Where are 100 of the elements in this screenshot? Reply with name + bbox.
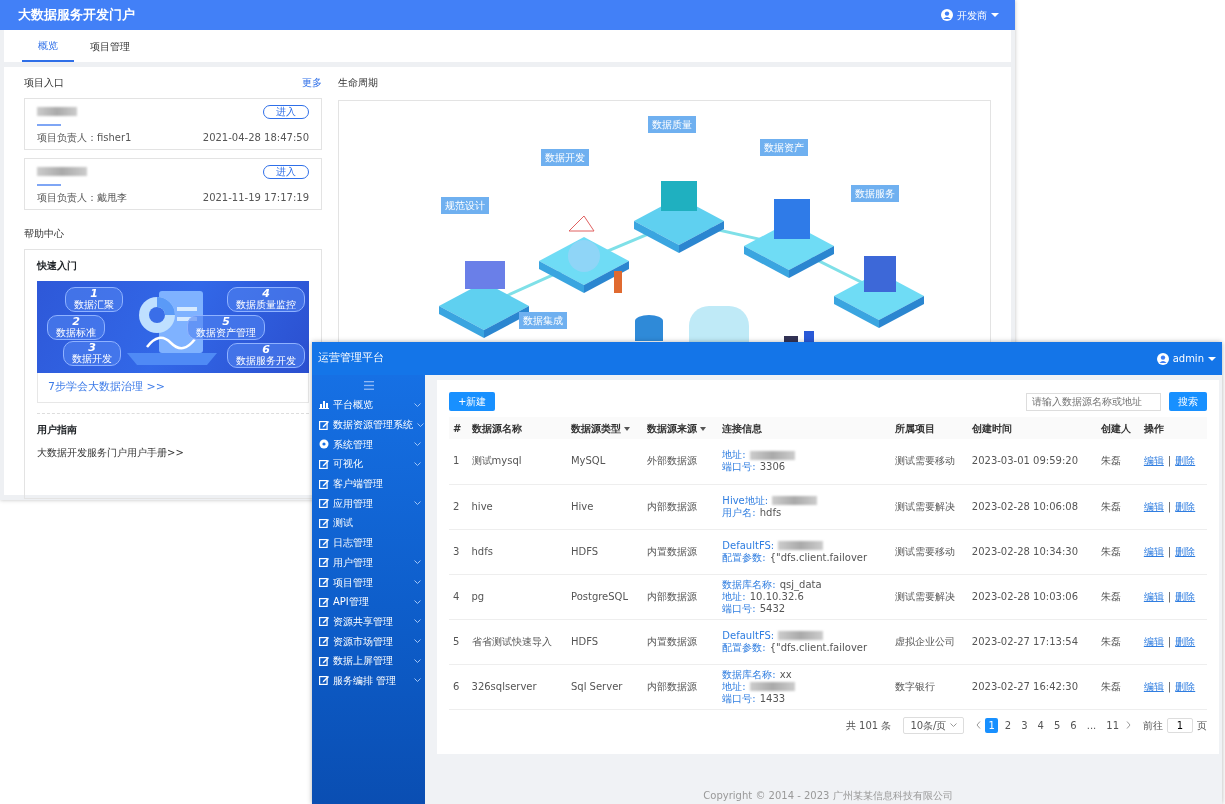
menu-item[interactable]: 资源市场管理 xyxy=(312,631,425,651)
section-title: 项目入口 xyxy=(24,76,64,90)
page-button[interactable]: ... xyxy=(1083,717,1100,733)
card-title: 用户指南 xyxy=(37,422,78,437)
edit-link[interactable]: 编辑 xyxy=(1143,680,1164,693)
delete-link[interactable]: 删除 xyxy=(1175,680,1196,693)
user-name[interactable]: admin xyxy=(1172,351,1204,366)
menu-item[interactable]: 测试 xyxy=(312,513,425,533)
edit-icon xyxy=(319,537,329,548)
edit-icon xyxy=(319,616,329,627)
delete-link[interactable]: 删除 xyxy=(1175,590,1196,603)
menu-item[interactable]: 用户管理 xyxy=(312,552,425,573)
menu-item[interactable]: 项目管理 xyxy=(312,572,425,592)
page-input[interactable]: 1 xyxy=(1167,717,1193,733)
edit-link[interactable]: 编辑 xyxy=(1143,545,1164,558)
menu-item[interactable]: 数据上屏管理 xyxy=(312,650,425,671)
page-button[interactable]: 2 xyxy=(1001,717,1015,733)
connection-label: 配置参数: xyxy=(722,641,766,654)
step-label[interactable]: 2 数据标准 xyxy=(47,315,105,340)
delete-link[interactable]: 删除 xyxy=(1175,635,1196,648)
page-button[interactable]: 3 xyxy=(1018,717,1031,733)
step-label[interactable]: 1 数据汇聚 xyxy=(65,287,123,312)
delete-link[interactable]: 删除 xyxy=(1175,545,1196,558)
edit-link[interactable]: 编辑 xyxy=(1143,635,1164,648)
table-cell: 数字银行 xyxy=(890,664,968,709)
table-cell: 1 xyxy=(449,439,468,484)
table-cell: 6 xyxy=(449,664,468,709)
page-button[interactable]: 6 xyxy=(1067,717,1080,733)
column-header: 所属项目 xyxy=(890,417,968,439)
stage-label: 数据资产 xyxy=(760,139,808,156)
tab[interactable]: 概览 xyxy=(22,30,74,62)
delete-link[interactable]: 删除 xyxy=(1175,500,1196,513)
edit-link[interactable]: 编辑 xyxy=(1143,500,1164,513)
table-cell: 2023-02-28 10:06:08 xyxy=(967,484,1097,529)
page-size-select[interactable]: 10条/页 xyxy=(903,716,965,734)
page-button[interactable]: 4 xyxy=(1034,717,1047,733)
menu-item[interactable]: 服务编排 管理 xyxy=(312,670,425,691)
stage-label: 数据集成 xyxy=(519,312,567,329)
connection-value: xx xyxy=(779,668,792,681)
edit-link[interactable]: 编辑 xyxy=(1143,455,1164,468)
menu-item[interactable]: 日志管理 xyxy=(312,532,425,553)
steps-link[interactable]: 7步学会大数据治理 >> xyxy=(48,380,165,393)
table-cell: 2023-02-28 10:03:06 xyxy=(967,574,1097,619)
table-cell: 内部数据源 xyxy=(642,664,719,709)
table-cell: 2023-02-28 10:34:30 xyxy=(967,529,1097,574)
menu-item[interactable]: 系统管理 xyxy=(312,434,425,455)
step-label[interactable]: 5 数据资产管理 xyxy=(187,315,265,340)
separator-mark: | xyxy=(1167,635,1172,648)
tab[interactable]: 项目管理 xyxy=(74,30,146,62)
column-header: 操作 xyxy=(1139,417,1207,439)
new-button[interactable]: +新建 xyxy=(449,392,496,411)
connection-value: 5432 xyxy=(759,602,786,615)
project-card[interactable]: 进入 项目负责人：戴甩李 2021-11-19 17:17:19 xyxy=(24,158,322,210)
delete-link[interactable]: 删除 xyxy=(1175,455,1196,468)
table-cell: 测试mysql xyxy=(467,439,567,484)
table-cell: MySQL xyxy=(566,439,643,484)
section-title: 帮助中心 xyxy=(24,227,65,241)
page-button[interactable]: 1 xyxy=(985,717,998,733)
redacted-project-name xyxy=(37,167,87,176)
settings-icon xyxy=(319,439,329,450)
menu-item[interactable]: 资源共享管理 xyxy=(312,611,425,632)
project-card[interactable]: 进入 项目负责人：fisher1 2021-04-28 18:47:50 xyxy=(24,98,322,150)
caret-icon xyxy=(991,12,999,18)
chevron-left-icon xyxy=(976,721,982,729)
more-link[interactable]: 更多 xyxy=(302,75,322,90)
sort-icon[interactable] xyxy=(699,426,706,431)
edit-icon xyxy=(319,636,329,647)
edit-link[interactable]: 编辑 xyxy=(1143,590,1164,603)
menu-item[interactable]: 可视化 xyxy=(312,454,425,474)
edit-icon xyxy=(319,478,329,489)
menu-item[interactable]: 数据资源管理系统 xyxy=(312,414,425,435)
step-label[interactable]: 4 数据质量监控 xyxy=(227,287,305,312)
menu-item[interactable]: 应用管理 xyxy=(312,493,425,514)
menu-item[interactable]: API管理 xyxy=(312,591,425,612)
table-cell: 朱磊 xyxy=(1096,619,1140,664)
edit-icon xyxy=(319,596,329,607)
menu-item[interactable]: 平台概览 xyxy=(312,395,425,415)
page-button[interactable]: 11 xyxy=(1103,717,1122,733)
edit-icon xyxy=(319,655,329,666)
edit-icon xyxy=(319,675,329,686)
manual-link[interactable]: 大数据开发服务门户用户手册>> xyxy=(37,446,184,458)
search-button[interactable]: 搜索 xyxy=(1169,392,1207,411)
column-header: 数据源来源 xyxy=(642,417,719,439)
table-cell: 测试需要解决 xyxy=(890,484,968,529)
edit-icon xyxy=(319,577,329,588)
page-button[interactable]: 5 xyxy=(1050,717,1064,733)
step-label[interactable]: 6 数据服务开发 xyxy=(227,343,305,368)
search-field[interactable]: 请输入数据源名称或地址 xyxy=(1026,392,1161,411)
sort-icon[interactable] xyxy=(623,426,630,431)
table-cell: 朱磊 xyxy=(1096,664,1140,709)
chevron-down-icon xyxy=(414,560,421,565)
column-header: # xyxy=(449,417,468,439)
user-name[interactable]: 开发商 xyxy=(957,7,987,23)
app-title: 大数据服务开发门户 xyxy=(18,6,135,25)
step-label[interactable]: 3 数据开发 xyxy=(63,341,121,366)
menu-icon xyxy=(363,380,374,390)
enter-button[interactable]: 进入 xyxy=(263,105,309,119)
menu-item[interactable]: 客户端管理 xyxy=(312,473,425,494)
table-cell: 内置数据源 xyxy=(642,529,719,574)
enter-button[interactable]: 进入 xyxy=(263,165,309,179)
